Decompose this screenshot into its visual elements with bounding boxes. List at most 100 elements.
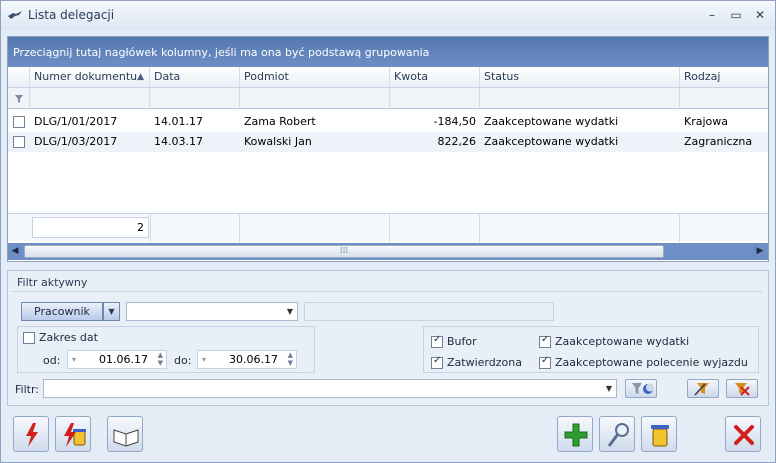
filter-row-icon-cell bbox=[8, 88, 30, 109]
summary-cell bbox=[240, 214, 390, 242]
toolbar-action-button[interactable] bbox=[13, 416, 49, 452]
cell-podmiot: Kowalski Jan bbox=[244, 135, 312, 148]
date-from-label: od: bbox=[43, 354, 61, 367]
calendar-icon: ▾ bbox=[202, 355, 207, 364]
status-label-zaakceptowane-polecenie: Zaakceptowane polecenie wyjazdu bbox=[555, 356, 748, 369]
status-checkbox-zaakceptowane-wydatki[interactable] bbox=[539, 334, 551, 348]
toolbar-action-delete-button[interactable] bbox=[55, 416, 91, 452]
filter-cell-podmiot[interactable] bbox=[240, 88, 390, 109]
close-window-button[interactable]: ✕ bbox=[750, 6, 770, 24]
filter-moon-icon bbox=[632, 383, 654, 394]
funnel-icon bbox=[15, 95, 23, 103]
filter-cell-data[interactable] bbox=[150, 88, 240, 109]
scroll-right-arrow[interactable]: ▶ bbox=[754, 245, 766, 258]
cell-status: Zaakceptowane wydatki bbox=[484, 115, 619, 128]
summary-cell bbox=[480, 214, 680, 242]
scroll-left-arrow[interactable]: ◀ bbox=[9, 245, 21, 258]
scrollbar-thumb[interactable]: ⁞⁞⁞ bbox=[24, 245, 664, 258]
preview-button[interactable] bbox=[599, 416, 635, 452]
divider bbox=[12, 291, 762, 292]
date-to-value: 30.06.17 bbox=[229, 353, 278, 366]
column-header-data[interactable]: Data bbox=[150, 67, 240, 87]
trash-bin-icon bbox=[651, 425, 669, 447]
row-count: 2 bbox=[32, 217, 149, 238]
filter-cell-rodzaj[interactable] bbox=[680, 88, 768, 109]
status-label-zatwierdzona: Zatwierdzona bbox=[447, 356, 522, 369]
filter-cell-kwota[interactable] bbox=[390, 88, 480, 109]
status-checkbox-zatwierdzona[interactable] bbox=[431, 355, 443, 369]
date-range-label: Zakres dat bbox=[39, 331, 98, 344]
lightning-icon bbox=[26, 423, 38, 447]
status-checkbox-zaakceptowane-polecenie[interactable] bbox=[539, 355, 551, 369]
filter-input[interactable]: ▼ bbox=[43, 379, 617, 398]
column-header-status[interactable]: Status bbox=[480, 67, 680, 87]
close-button[interactable] bbox=[725, 416, 761, 452]
book-icon bbox=[113, 429, 139, 447]
filter-wand-icon bbox=[694, 383, 709, 396]
cell-rodzaj: Krajowa bbox=[684, 115, 728, 128]
column-header-numer-label: Numer dokumentu bbox=[34, 70, 138, 83]
filter-cell-numer[interactable] bbox=[30, 88, 150, 109]
filter-cell-status[interactable] bbox=[480, 88, 680, 109]
close-icon bbox=[734, 425, 754, 445]
employee-select[interactable]: ▼ bbox=[126, 302, 298, 321]
column-header-kwota[interactable]: Kwota bbox=[390, 67, 480, 87]
date-to-label: do: bbox=[174, 354, 192, 367]
chevron-down-icon: ▼ bbox=[605, 384, 612, 393]
grid-summary-row: 2 bbox=[8, 213, 768, 242]
column-header-podmiot[interactable]: Podmiot bbox=[240, 67, 390, 87]
filter-panel-title: Filtr aktywny bbox=[17, 276, 88, 289]
table-row[interactable]: DLG/1/03/2017 14.03.17 Kowalski Jan 822,… bbox=[8, 132, 768, 152]
maximize-button[interactable]: ▭ bbox=[726, 6, 746, 24]
row-checkbox[interactable] bbox=[13, 116, 25, 128]
date-to-input[interactable]: ▾ 30.06.17 ▲ ▼ bbox=[197, 350, 297, 369]
cell-kwota: 822,26 bbox=[437, 135, 477, 148]
minimize-button[interactable]: – bbox=[702, 6, 722, 24]
date-from-input[interactable]: ▾ 01.06.17 ▲ ▼ bbox=[67, 350, 167, 369]
window-title: Lista delegacji bbox=[28, 8, 115, 22]
cell-data: 14.03.17 bbox=[154, 135, 203, 148]
clear-filter-button[interactable] bbox=[726, 379, 758, 398]
spinner-icon[interactable]: ▲ ▼ bbox=[158, 351, 163, 367]
cell-podmiot: Zama Robert bbox=[244, 115, 316, 128]
delete-button[interactable] bbox=[641, 416, 677, 452]
filter-wizard-button[interactable] bbox=[687, 379, 719, 398]
chevron-down-icon: ▼ bbox=[286, 307, 293, 316]
title-bar[interactable]: Lista delegacji – ▭ ✕ bbox=[1, 1, 775, 30]
calendar-icon: ▾ bbox=[72, 355, 77, 364]
app-icon bbox=[8, 11, 22, 19]
apply-filter-button[interactable] bbox=[625, 379, 657, 398]
column-header-rodzaj[interactable]: Rodzaj bbox=[680, 67, 768, 87]
grid-header-row: Numer dokumentu ▲ Data Podmiot Kwota Sta… bbox=[8, 67, 768, 88]
add-button[interactable] bbox=[557, 416, 593, 452]
status-label-bufor: Bufor bbox=[447, 335, 477, 348]
status-label-zaakceptowane-wydatki: Zaakceptowane wydatki bbox=[555, 335, 690, 348]
employee-name-field bbox=[304, 302, 554, 321]
cell-numer: DLG/1/01/2017 bbox=[34, 115, 118, 128]
cell-kwota: -184,50 bbox=[433, 115, 476, 128]
header-checkbox-column bbox=[8, 67, 30, 87]
date-range-checkbox[interactable] bbox=[23, 332, 35, 344]
plus-icon bbox=[564, 423, 588, 447]
toolbar-book-button[interactable] bbox=[107, 416, 143, 452]
summary-cell bbox=[390, 214, 480, 242]
filter-label: Filtr: bbox=[15, 383, 39, 396]
spinner-icon[interactable]: ▲ ▼ bbox=[288, 351, 293, 367]
column-header-numer[interactable]: Numer dokumentu ▲ bbox=[30, 67, 150, 87]
horizontal-scrollbar[interactable]: ◀ ⁞⁞⁞ ▶ bbox=[8, 243, 768, 260]
type-selector-button[interactable]: Pracownik bbox=[21, 302, 103, 321]
summary-cell bbox=[150, 214, 240, 242]
type-selector-dropdown[interactable]: ▼ bbox=[103, 302, 120, 321]
sort-ascending-icon: ▲ bbox=[137, 72, 144, 82]
status-checkbox-bufor[interactable] bbox=[431, 334, 443, 348]
date-from-value: 01.06.17 bbox=[99, 353, 148, 366]
group-by-panel[interactable]: Przeciągnij tutaj nagłówek kolumny, jeśl… bbox=[8, 37, 768, 67]
cell-numer: DLG/1/03/2017 bbox=[34, 135, 118, 148]
table-row[interactable]: DLG/1/01/2017 14.01.17 Zama Robert -184,… bbox=[8, 112, 768, 132]
magnifier-icon bbox=[607, 423, 629, 447]
cell-data: 14.01.17 bbox=[154, 115, 203, 128]
cell-status: Zaakceptowane wydatki bbox=[484, 135, 619, 148]
lightning-bin-icon bbox=[64, 423, 86, 447]
grid-filter-row bbox=[8, 88, 768, 109]
row-checkbox[interactable] bbox=[13, 136, 25, 148]
